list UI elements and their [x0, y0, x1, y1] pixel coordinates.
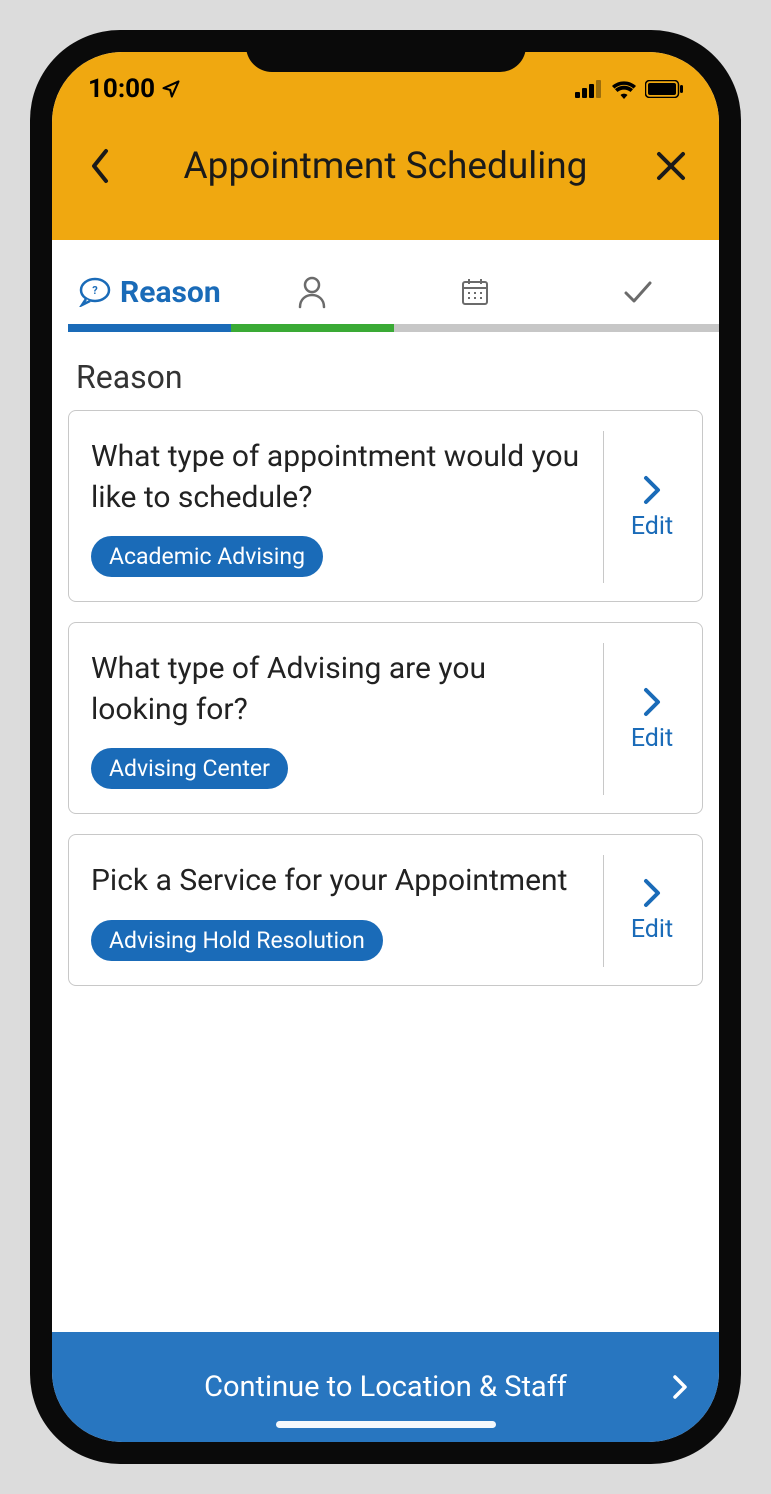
card-service: Pick a Service for your Appointment Advi… [68, 834, 703, 986]
continue-label: Continue to Location & Staff [204, 1370, 567, 1404]
status-time: 10:00 [88, 74, 181, 104]
step-reason[interactable]: ? Reason [68, 270, 231, 336]
edit-button[interactable]: Edit [622, 686, 682, 753]
card-content: What type of Advising are you looking fo… [91, 649, 585, 789]
svg-text:?: ? [92, 284, 98, 297]
edit-button[interactable]: Edit [622, 474, 682, 541]
close-icon [654, 149, 688, 183]
card-divider [603, 431, 604, 583]
card-appointment-type: What type of appointment would you like … [68, 410, 703, 602]
chevron-right-icon [642, 877, 662, 909]
back-button[interactable] [80, 146, 120, 186]
stepper: ? Reason [52, 270, 719, 336]
card-tag: Academic Advising [91, 536, 323, 577]
location-arrow-icon [161, 79, 181, 99]
card-tag: Advising Hold Resolution [91, 920, 383, 961]
phone-frame: 10:00 [30, 30, 741, 1464]
battery-icon [645, 80, 683, 98]
step-person[interactable] [231, 270, 394, 336]
card-question: Pick a Service for your Appointment [91, 861, 585, 902]
step-bar-confirm [556, 324, 719, 332]
edit-label: Edit [631, 512, 673, 541]
cards-container: What type of appointment would you like … [52, 410, 719, 986]
cellular-icon [575, 80, 603, 98]
chevron-right-icon [642, 686, 662, 718]
card-content: What type of appointment would you like … [91, 437, 585, 577]
edit-label: Edit [631, 915, 673, 944]
home-indicator[interactable] [276, 1421, 496, 1428]
step-reason-label: Reason [120, 275, 221, 310]
card-divider [603, 855, 604, 967]
phone-notch [246, 30, 526, 72]
status-time-text: 10:00 [88, 74, 155, 104]
app-header: Appointment Scheduling [52, 112, 719, 240]
edit-label: Edit [631, 724, 673, 753]
check-icon [622, 279, 654, 305]
step-bar-calendar [394, 324, 557, 332]
card-question: What type of Advising are you looking fo… [91, 649, 585, 730]
person-icon [297, 275, 327, 309]
chevron-right-icon [671, 1373, 689, 1401]
close-button[interactable] [651, 146, 691, 186]
chevron-right-icon [642, 474, 662, 506]
card-content: Pick a Service for your Appointment Advi… [91, 861, 585, 961]
card-divider [603, 643, 604, 795]
card-advising-type: What type of Advising are you looking fo… [68, 622, 703, 814]
step-bar-person [231, 324, 394, 332]
chevron-left-icon [88, 147, 112, 185]
section-title: Reason [52, 336, 719, 410]
speech-bubble-icon: ? [78, 277, 112, 307]
header-title: Appointment Scheduling [120, 145, 651, 188]
edit-button[interactable]: Edit [622, 877, 682, 944]
card-question: What type of appointment would you like … [91, 437, 585, 518]
wifi-icon [611, 79, 637, 99]
step-bar-reason [68, 324, 231, 332]
calendar-icon [460, 277, 490, 307]
step-confirm[interactable] [556, 270, 719, 336]
phone-screen: 10:00 [52, 52, 719, 1442]
continue-button[interactable]: Continue to Location & Staff [52, 1332, 719, 1442]
step-calendar[interactable] [394, 270, 557, 336]
status-icons [575, 79, 683, 99]
card-tag: Advising Center [91, 748, 288, 789]
